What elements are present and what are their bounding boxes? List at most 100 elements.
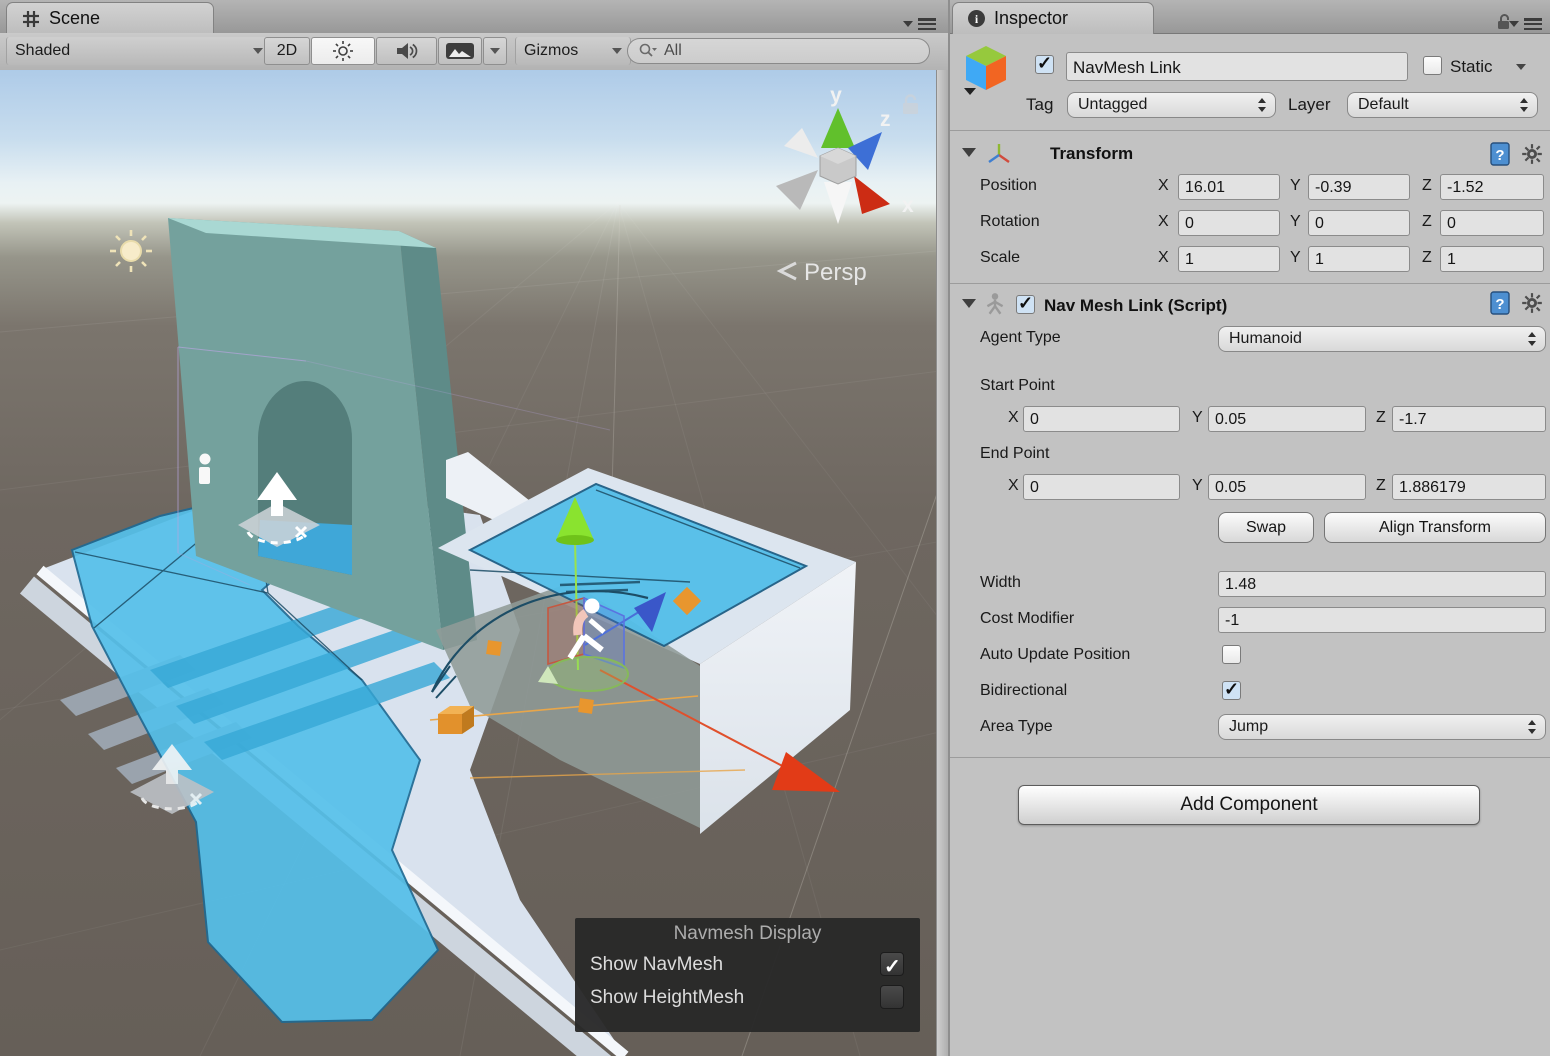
navmeshlink-title: Nav Mesh Link (Script)	[1044, 296, 1227, 316]
axis-label-z: z	[880, 108, 891, 131]
area-type-value: Jump	[1229, 718, 1268, 736]
axis-z-label: Z	[1376, 409, 1386, 427]
gizmos-dropdown[interactable]: Gizmos	[515, 37, 631, 65]
updown-arrows-icon	[1258, 98, 1267, 112]
tab-inspector[interactable]: i Inspector	[952, 2, 1154, 34]
grid-icon	[21, 9, 41, 29]
chevron-down-icon	[490, 48, 500, 54]
gameobject-enabled-checkbox[interactable]	[1035, 55, 1054, 74]
help-icon[interactable]: ?	[1488, 290, 1512, 316]
dropdown-icon	[903, 21, 913, 27]
rotation-x-field[interactable]: 0	[1178, 210, 1280, 236]
navmeshlink-enabled-checkbox[interactable]	[1016, 295, 1035, 314]
effects-dropdown-button[interactable]	[483, 37, 507, 65]
axis-x-label: X	[1008, 409, 1019, 427]
add-component-button[interactable]: Add Component	[1018, 785, 1480, 825]
tag-dropdown[interactable]: Untagged	[1067, 92, 1276, 118]
tag-label: Tag	[1026, 95, 1053, 115]
chevron-down-icon	[612, 48, 622, 54]
draw-mode-label: Shaded	[15, 42, 70, 60]
scene-search[interactable]	[627, 38, 930, 64]
position-label: Position	[980, 177, 1037, 195]
toggle-2d-button[interactable]: 2D	[264, 37, 310, 65]
scale-label: Scale	[980, 249, 1020, 267]
static-dropdown-icon[interactable]	[1516, 64, 1526, 70]
axis-label-x: x	[902, 194, 914, 217]
search-input[interactable]	[662, 41, 916, 61]
scene-viewport[interactable]: y z x Persp Navmesh Display	[0, 70, 948, 1056]
agent-type-label: Agent Type	[980, 329, 1061, 347]
area-type-dropdown[interactable]: Jump	[1218, 714, 1546, 740]
inspector-tabbar: i Inspector	[950, 0, 1550, 34]
scene-audio-button[interactable]	[376, 37, 437, 65]
auto-update-label: Auto Update Position	[980, 646, 1130, 664]
end-z-field[interactable]: 1.886179	[1392, 474, 1546, 500]
tab-scene[interactable]: Scene	[6, 2, 214, 34]
auto-update-checkbox[interactable]	[1222, 645, 1241, 664]
inspector-tab-label: Inspector	[994, 8, 1068, 29]
end-y-field[interactable]: 0.05	[1208, 474, 1366, 500]
gameobject-name-field[interactable]: NavMesh Link	[1066, 52, 1408, 81]
layer-label: Layer	[1288, 95, 1331, 115]
start-y-field[interactable]: 0.05	[1208, 406, 1366, 432]
updown-arrows-icon	[1528, 720, 1537, 734]
cost-modifier-field[interactable]: -1	[1218, 607, 1546, 633]
show-heightmesh-row[interactable]: Show HeightMesh	[575, 981, 920, 1014]
transform-title: Transform	[1050, 144, 1133, 164]
scale-y-field[interactable]: 1	[1308, 246, 1410, 272]
static-label: Static	[1450, 57, 1493, 77]
show-heightmesh-checkbox[interactable]	[880, 985, 904, 1009]
end-x-field[interactable]: 0	[1023, 474, 1180, 500]
start-z-field[interactable]: -1.7	[1392, 406, 1546, 432]
navmeshlink-foldout[interactable]	[962, 299, 976, 308]
show-navmesh-row[interactable]: Show NavMesh	[575, 948, 920, 981]
gameobject-cube-icon[interactable]	[960, 42, 1012, 96]
scene-lighting-button[interactable]	[311, 37, 375, 65]
gizmos-label: Gizmos	[524, 42, 578, 60]
gear-icon[interactable]	[1520, 142, 1544, 166]
axis-y-label: Y	[1290, 249, 1301, 267]
scale-z-field[interactable]: 1	[1440, 246, 1544, 272]
persp-label: Persp	[804, 259, 867, 286]
inspector-panel-menu[interactable]	[1509, 18, 1542, 30]
tag-value: Untagged	[1078, 96, 1147, 114]
menu-icon	[918, 18, 936, 30]
scene-panel-menu[interactable]	[903, 18, 936, 30]
speaker-icon	[394, 39, 420, 63]
rotation-z-field[interactable]: 0	[1440, 210, 1544, 236]
axis-z-label: Z	[1422, 177, 1432, 195]
gear-icon[interactable]	[1520, 291, 1544, 315]
scale-x-field[interactable]: 1	[1178, 246, 1280, 272]
position-y-field[interactable]: -0.39	[1308, 174, 1410, 200]
transform-foldout[interactable]	[962, 148, 976, 157]
help-icon[interactable]: ?	[1488, 141, 1512, 167]
svg-text:?: ?	[1495, 147, 1504, 164]
align-transform-button[interactable]: Align Transform	[1324, 512, 1546, 543]
axis-y-label: Y	[1290, 177, 1301, 195]
agent-type-value: Humanoid	[1229, 330, 1302, 348]
static-checkbox[interactable]	[1423, 56, 1442, 75]
position-z-field[interactable]: -1.52	[1440, 174, 1544, 200]
position-x-field[interactable]: 16.01	[1178, 174, 1280, 200]
image-effects-icon	[445, 40, 475, 62]
layer-value: Default	[1358, 96, 1409, 114]
bidirectional-checkbox[interactable]	[1222, 681, 1241, 700]
swap-button[interactable]: Swap	[1218, 512, 1314, 543]
menu-icon	[1524, 18, 1542, 30]
scene-3d-render: y z x Persp	[0, 70, 948, 1056]
agent-type-dropdown[interactable]: Humanoid	[1218, 326, 1546, 352]
inspector-panel: i Inspector NavMesh Link Static Tag Unta…	[950, 0, 1550, 1056]
show-navmesh-checkbox[interactable]	[880, 952, 904, 976]
layer-dropdown[interactable]: Default	[1347, 92, 1538, 118]
scene-effects-button[interactable]	[438, 37, 482, 65]
axis-label-y: y	[830, 84, 842, 107]
width-label: Width	[980, 574, 1021, 592]
show-navmesh-label: Show NavMesh	[590, 954, 723, 975]
rotation-y-field[interactable]: 0	[1308, 210, 1410, 236]
panel-splitter[interactable]	[936, 70, 948, 1056]
start-x-field[interactable]: 0	[1023, 406, 1180, 432]
draw-mode-dropdown[interactable]: Shaded	[6, 37, 272, 65]
area-type-label: Area Type	[980, 718, 1053, 736]
axis-z-label: Z	[1376, 477, 1386, 495]
width-field[interactable]: 1.48	[1218, 571, 1546, 597]
